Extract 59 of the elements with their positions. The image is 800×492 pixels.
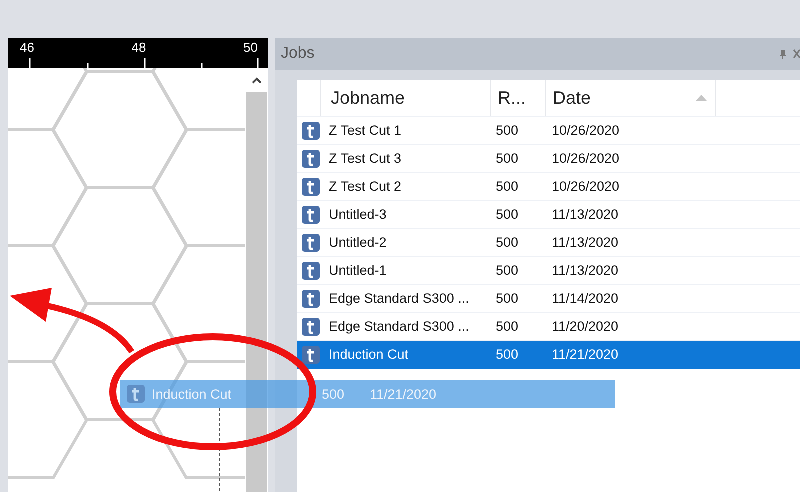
job-row[interactable]: Untitled-3 500 11/13/2020 <box>297 201 800 229</box>
job-file-icon <box>301 232 321 252</box>
jobname-cell-text: Edge Standard S300 ... <box>328 291 470 306</box>
date-cell-text: 11/21/2020 <box>552 347 620 362</box>
date-cell-text: 11/14/2020 <box>552 291 620 306</box>
job-row[interactable]: Z Test Cut 3 500 10/26/2020 <box>297 145 800 173</box>
job-file-icon <box>301 260 321 280</box>
table-cell-text: 500 <box>495 235 520 250</box>
job-file-icon <box>301 176 321 196</box>
table-cell-text: 500 <box>495 151 520 166</box>
job-file-icon <box>301 204 321 224</box>
jobname-cell-text: Induction Cut <box>151 386 233 402</box>
jobname-cell-text: Untitled-2 <box>328 235 388 250</box>
table-cell-text: 500 <box>495 347 520 362</box>
date-cell-text: 11/20/2020 <box>552 319 620 334</box>
scrollbar[interactable] <box>245 68 268 492</box>
table-cell-text: 500 <box>495 291 520 306</box>
job-file-icon <box>301 148 321 168</box>
table-cell-text: 500 <box>495 123 520 138</box>
jobname-cell-text: Z Test Cut 1 <box>328 123 403 138</box>
ruler-label: 48 <box>132 39 146 55</box>
column-header[interactable]: R... <box>491 80 546 116</box>
pin-icon[interactable] <box>779 48 787 60</box>
date-cell-text: 11/13/2020 <box>552 263 620 278</box>
job-file-icon <box>301 316 321 336</box>
jobname-cell-text: Edge Standard S300 ... <box>328 319 470 334</box>
table-cell-text: 500 <box>495 207 520 222</box>
date-cell-text: 11/13/2020 <box>552 207 620 222</box>
job-row[interactable]: Edge Standard S300 ... 500 11/14/2020 <box>297 285 800 313</box>
ruler-label: 46 <box>20 39 34 55</box>
date-cell-text: 10/26/2020 <box>552 151 621 166</box>
table-cell-text: 500 <box>495 179 520 194</box>
job-file-icon <box>126 384 146 404</box>
scroll-up-caret-icon[interactable] <box>252 76 262 84</box>
ruler-label: 50 <box>244 39 258 55</box>
column-header[interactable]: Jobname <box>321 80 491 116</box>
panel-title: Jobs <box>281 45 316 63</box>
job-row[interactable]: Z Test Cut 2 500 10/26/2020 <box>297 173 800 201</box>
jobname-cell-text: Untitled-3 <box>328 207 388 222</box>
date-cell-text: 11/13/2020 <box>552 235 620 250</box>
job-row[interactable]: Z Test Cut 1 500 10/26/2020 <box>297 117 800 145</box>
job-file-icon <box>301 288 321 308</box>
jobname-cell-text: Induction Cut <box>328 347 410 362</box>
jobname-cell-text: Untitled-1 <box>328 263 388 278</box>
jobname-cell-text: Z Test Cut 2 <box>328 179 403 194</box>
jobname-cell-text: Z Test Cut 3 <box>328 151 403 166</box>
date-cell-text: 10/26/2020 <box>552 123 621 138</box>
column-header[interactable]: Date <box>546 80 716 116</box>
close-icon[interactable] <box>793 49 800 59</box>
table-cell-text: 500 <box>495 319 520 334</box>
date-cell: 11/21/2020 <box>370 386 437 402</box>
job-row[interactable]: Untitled-1 500 11/13/2020 <box>297 257 800 285</box>
job-row[interactable]: Induction Cut 500 11/21/2020 <box>297 341 800 369</box>
table-cell-text: 500 <box>495 263 520 278</box>
job-row[interactable]: Untitled-2 500 11/13/2020 <box>297 229 800 257</box>
job-file-icon <box>301 344 321 364</box>
table-cell-text: 500 <box>322 386 346 402</box>
date-cell-text: 10/26/2020 <box>552 179 621 194</box>
job-file-icon <box>301 120 321 140</box>
